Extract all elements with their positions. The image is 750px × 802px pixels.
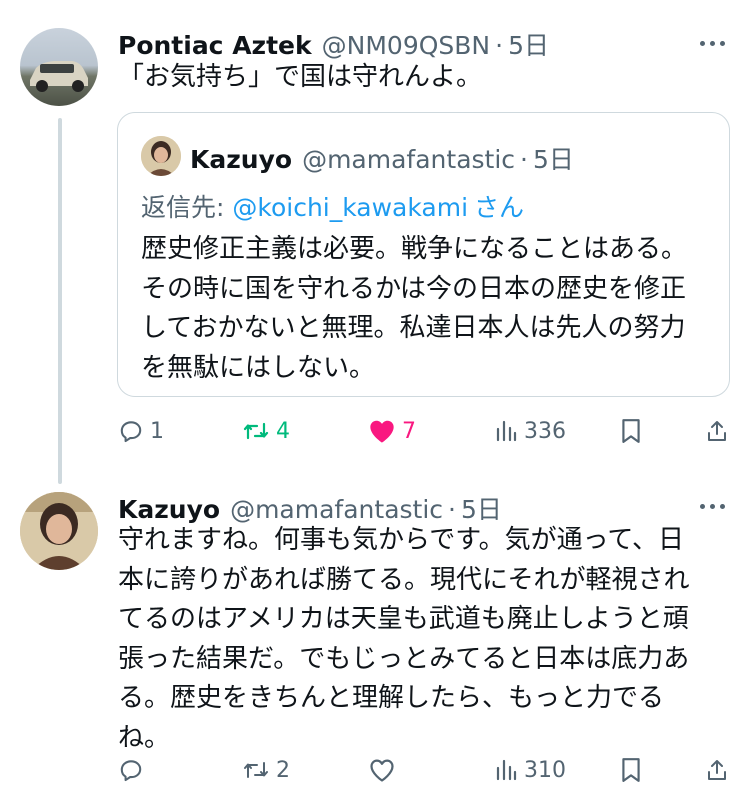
reply-icon <box>120 760 142 782</box>
more-options-icon[interactable] <box>700 41 725 46</box>
reply-icon <box>120 421 142 443</box>
quote-text-line: 歴史修正主義は必要。戦争になることはある。 <box>141 234 688 264</box>
author-handle[interactable]: @mamafantastic <box>230 495 443 524</box>
more-options-icon[interactable] <box>700 504 725 509</box>
bookmark-button[interactable] <box>620 418 642 444</box>
quote-header: Kazuyo @mamafantastic · 5日 <box>190 140 574 176</box>
quote-timestamp[interactable]: 5日 <box>533 140 574 176</box>
tweet-text-line: 本に誇りがあれば勝てる。現代にそれが軽視され <box>118 564 690 595</box>
retweet-button[interactable]: 2 <box>242 757 290 783</box>
mention-link[interactable]: @koichi_kawakami <box>232 193 468 222</box>
quote-text-line: を無駄にはしない。 <box>141 352 376 383</box>
quote-author-name[interactable]: Kazuyo <box>190 145 292 174</box>
timestamp[interactable]: 5日 <box>508 26 549 62</box>
heart-outline-icon <box>370 759 394 782</box>
retweet-icon <box>244 762 268 778</box>
car-photo <box>30 61 88 92</box>
reply-button[interactable]: 1 <box>118 418 164 444</box>
quote-text-line: その時に国を守れるかは今の日本の歴史を修正 <box>141 273 686 304</box>
bookmark-button[interactable] <box>620 757 642 783</box>
mention-suffix: さん <box>474 193 525 222</box>
thread-connector-line <box>58 118 62 484</box>
tweet-text-line: てるのはアメリカは天皇も武道も廃止しようと頑 <box>118 604 689 634</box>
retweet-count: 2 <box>276 757 290 783</box>
avatar-kazuyo[interactable] <box>20 492 98 570</box>
author-handle[interactable]: @NM09QSBN <box>322 31 490 60</box>
avatar-pontiac-aztek[interactable] <box>20 28 98 106</box>
share-icon <box>708 760 726 780</box>
tweet-text-line: る。歴史をきちんと理解したら、もっと力でる <box>118 683 665 713</box>
share-button[interactable] <box>705 418 729 444</box>
replying-to: 返信先: @koichi_kawakami さん <box>141 188 524 224</box>
person-photo <box>20 492 98 570</box>
like-button[interactable] <box>368 757 402 783</box>
replying-label: 返信先: <box>141 193 233 222</box>
quote-text: 歴史修正主義は必要。戦争になることはある。 その時に国を守れるかは今の日本の歴史… <box>141 230 687 388</box>
share-icon <box>708 421 726 441</box>
avatar-kazuyo-small[interactable] <box>141 136 181 176</box>
tweet2-text: 守れますね。何事も気からです。気が通って、日 本に誇りがあれば勝てる。現代にそれ… <box>118 521 689 758</box>
bookmark-icon <box>622 758 640 782</box>
heart-filled-icon <box>370 420 394 443</box>
bookmark-icon <box>622 419 640 443</box>
quote-author-handle[interactable]: @mamafantastic <box>302 145 515 174</box>
separator-dot: · <box>495 31 504 60</box>
reply-count: 1 <box>150 418 164 444</box>
views-button[interactable]: 336 <box>494 418 566 444</box>
reply-button[interactable] <box>118 757 150 783</box>
analytics-icon <box>496 759 517 781</box>
retweet-button[interactable]: 4 <box>242 418 290 444</box>
views-button[interactable]: 310 <box>494 757 566 783</box>
tweet-text-line: ね。 <box>118 722 171 753</box>
quote-text-line: しておかないと無理。私達日本人は先人の努力 <box>141 313 686 343</box>
tweet1-header: Pontiac Aztek @NM09QSBN · 5日 <box>118 26 549 62</box>
tweet1-text: 「お気持ち」で国は守れんよ。 <box>118 62 483 92</box>
views-count: 310 <box>524 757 566 783</box>
views-count: 336 <box>524 418 566 444</box>
separator-dot: · <box>448 495 456 524</box>
separator-dot: · <box>520 145 528 174</box>
retweet-count: 4 <box>276 418 290 444</box>
person-photo <box>141 136 181 176</box>
share-button[interactable] <box>705 757 729 783</box>
tweet-text-line: 守れますね。何事も気からです。気が通って、日 <box>118 525 685 555</box>
author-name[interactable]: Kazuyo <box>118 495 220 524</box>
author-name[interactable]: Pontiac Aztek <box>118 31 312 60</box>
retweet-icon <box>243 422 269 440</box>
analytics-icon <box>496 420 517 442</box>
like-count: 7 <box>402 418 416 444</box>
tweet-text-line: 張った結果だ。でもじっとみてると日本は底力あ <box>118 643 690 674</box>
like-button[interactable]: 7 <box>368 418 416 444</box>
